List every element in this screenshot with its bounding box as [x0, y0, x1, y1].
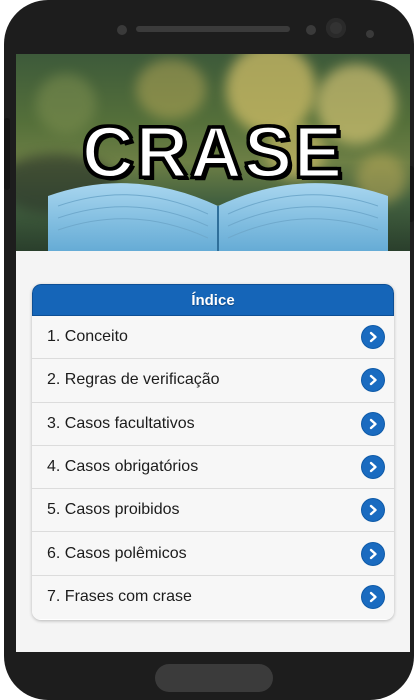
banner-image: CRASE [16, 54, 410, 251]
list-item-obrigatorios[interactable]: 4. Casos obrigatórios [32, 445, 394, 490]
app-screen: CRASE Índice 1. Conceito 2. Regras de ve… [16, 54, 410, 652]
list-item-label: 4. Casos obrigatórios [47, 458, 199, 476]
index-header: Índice [32, 284, 394, 316]
list-item-label: 1. Conceito [47, 328, 128, 346]
list-item-label: 2. Regras de verificação [47, 371, 220, 389]
list-item-label: 6. Casos polêmicos [47, 544, 187, 562]
banner-title: CRASE [80, 112, 345, 195]
light-sensor [306, 25, 316, 35]
chevron-right-icon[interactable] [362, 369, 384, 392]
chevron-right-icon[interactable] [362, 586, 384, 609]
list-item-frases[interactable]: 7. Frases com crase [32, 575, 394, 620]
earpiece-speaker [136, 26, 290, 32]
index-panel: Índice 1. Conceito 2. Regras de verifica… [32, 284, 394, 620]
chevron-right-icon[interactable] [362, 542, 384, 565]
list-item-conceito[interactable]: 1. Conceito [32, 316, 394, 360]
proximity-sensor [117, 25, 127, 35]
chevron-right-icon[interactable] [362, 326, 384, 349]
list-item-regras[interactable]: 2. Regras de verificação [32, 359, 394, 403]
list-item-label: 7. Frases com crase [47, 588, 192, 606]
phone-frame: CRASE Índice 1. Conceito 2. Regras de ve… [4, 0, 414, 700]
led-indicator [366, 30, 374, 38]
list-item-label: 5. Casos proibidos [47, 501, 180, 519]
front-camera [326, 18, 346, 38]
list-item-proibidos[interactable]: 5. Casos proibidos [32, 489, 394, 533]
list-item-polemicos[interactable]: 6. Casos polêmicos [32, 532, 394, 576]
list-item-facultativos[interactable]: 3. Casos facultativos [32, 402, 394, 446]
home-button[interactable] [155, 664, 273, 692]
chevron-right-icon[interactable] [362, 412, 384, 435]
list-item-label: 3. Casos facultativos [47, 414, 195, 432]
volume-button [4, 118, 10, 190]
chevron-right-icon[interactable] [362, 499, 384, 522]
chevron-right-icon[interactable] [362, 456, 384, 479]
